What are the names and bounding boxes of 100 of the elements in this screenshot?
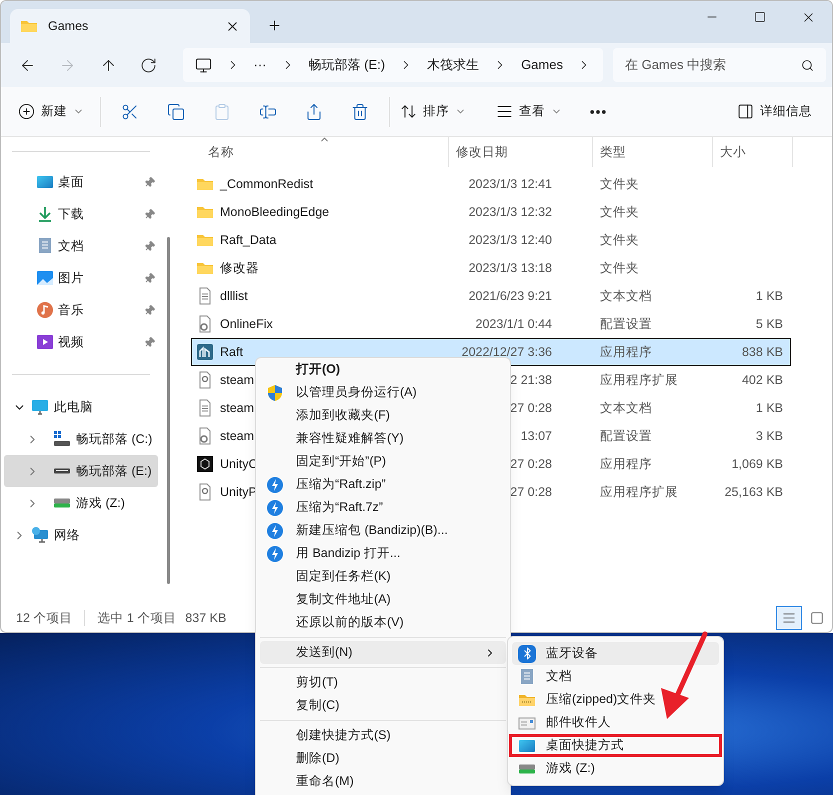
file-size: 25,163 KB — [724, 484, 783, 499]
sidebar-row[interactable]: 游戏 (Z:) — [4, 487, 158, 519]
column-header[interactable]: 大小 — [713, 137, 793, 167]
new-button[interactable]: 新建 — [18, 96, 94, 128]
sidebar-item[interactable]: 桌面 — [58, 172, 140, 192]
monitor-icon — [31, 398, 49, 416]
file-size: 5 KB — [756, 316, 783, 331]
view-button[interactable]: 查看 — [492, 96, 566, 128]
sidebar-row[interactable]: 畅玩部落 (E:) — [4, 455, 158, 487]
document-icon — [518, 668, 536, 686]
menu-item[interactable]: 兼容性疑难解答(Y) — [260, 427, 506, 450]
menu-item[interactable]: 邮件收件人 — [512, 711, 719, 734]
music-icon — [36, 301, 54, 319]
menu-item[interactable]: 复制(C) — [260, 694, 506, 717]
sidebar-item: 畅玩部落 (C:) — [76, 430, 152, 448]
menu-item[interactable]: 压缩为“Raft.zip” — [260, 473, 506, 496]
file-size: 1 KB — [756, 400, 783, 415]
download-icon — [36, 205, 54, 223]
modified-date: 27 0:28 — [509, 456, 552, 473]
app-icon — [196, 343, 214, 361]
sidebar-item: 游戏 (Z:) — [76, 494, 125, 512]
menu-item[interactable]: 剪切(T) — [260, 671, 506, 694]
file-name[interactable]: _CommonRedist — [220, 174, 314, 194]
column-header[interactable]: 修改日期 — [449, 137, 593, 167]
menu-item[interactable]: 新建压缩包 (Bandizip)(B)... — [260, 519, 506, 542]
breadcrumb-item[interactable]: 木筏求生 — [427, 55, 480, 75]
file-type: 文件夹 — [600, 204, 639, 219]
menu-item[interactable]: 文档 — [512, 665, 719, 688]
file-name[interactable]: steam — [220, 426, 254, 446]
menu-item[interactable]: 桌面快捷方式 — [509, 734, 722, 757]
file-type: 应用程序 — [600, 344, 652, 359]
square-icon — [810, 611, 824, 625]
modified-date: 2023/1/3 13:18 — [468, 260, 552, 277]
file-name[interactable]: Raft — [220, 342, 243, 362]
maximize-icon[interactable] — [754, 11, 766, 23]
file-name[interactable]: dlllist — [220, 286, 248, 306]
refresh-icon[interactable] — [140, 56, 158, 74]
file-size: 1,069 KB — [732, 456, 783, 471]
menu-item[interactable]: 发送到(N) — [260, 641, 506, 664]
sidebar-item[interactable]: 图片 — [58, 268, 140, 288]
file-name[interactable]: 修改器 — [220, 258, 259, 278]
modified-date: 2023/1/1 0:44 — [474, 316, 552, 333]
search-icon[interactable] — [800, 58, 814, 72]
breadcrumb-item[interactable]: Games — [521, 55, 563, 75]
new-tab-icon[interactable] — [267, 18, 282, 33]
details-view-button[interactable] — [776, 606, 802, 630]
menu-item[interactable]: 以管理员身份运行(A) — [260, 381, 506, 404]
menu-item[interactable]: 打开(O) — [260, 358, 506, 381]
menu-item[interactable]: 固定到“开始”(P) — [260, 450, 506, 473]
sidebar-item[interactable]: 此电脑 — [54, 398, 93, 416]
menu-item[interactable]: 压缩为“Raft.7z” — [260, 496, 506, 519]
menu-item[interactable]: 复制文件地址(A) — [260, 588, 506, 611]
menu-item[interactable]: 压缩(zipped)文件夹 — [512, 688, 719, 711]
file-name[interactable]: UnityC — [220, 454, 258, 474]
sidebar-item: 畅玩部落 (E:) — [76, 462, 152, 480]
breadcrumb-item[interactable]: 畅玩部落 (E:) — [308, 55, 386, 75]
menu-item[interactable]: 添加到收藏夹(F) — [260, 404, 506, 427]
file-name[interactable]: Raft_Data — [220, 230, 276, 250]
menu-item[interactable]: 创建快捷方式(S) — [260, 724, 506, 747]
column-header[interactable]: 类型 — [593, 137, 713, 167]
sidebar-item[interactable]: 下载 — [58, 204, 140, 224]
sidebar-row[interactable]: 畅玩部落 (C:) — [4, 423, 158, 455]
file-name[interactable]: steam — [220, 398, 254, 418]
file-name[interactable]: OnlineFix — [220, 314, 273, 334]
desktop-icon — [36, 173, 54, 191]
unity-icon — [196, 455, 214, 473]
sidebar-item[interactable]: 网络 — [54, 526, 80, 544]
details-pane-icon — [737, 103, 754, 120]
modified-date: 27 0:28 — [509, 400, 552, 417]
bandizip-icon — [266, 522, 284, 540]
list-icon — [496, 103, 513, 120]
sidebar-item[interactable]: 视频 — [58, 332, 140, 352]
menu-item[interactable]: 蓝牙设备 — [512, 642, 719, 665]
tab[interactable]: Games — [10, 9, 250, 43]
sort-button[interactable]: 排序 — [396, 96, 470, 128]
menu-item[interactable]: 游戏 (Z:) — [512, 757, 719, 780]
bandizip-icon — [266, 498, 284, 516]
search-field[interactable]: 在 Games 中搜索 — [612, 48, 826, 82]
file-name[interactable]: steam — [220, 370, 254, 390]
video-icon — [36, 333, 54, 351]
column-header[interactable]: 名称 — [191, 137, 449, 167]
file-name[interactable]: MonoBleedingEdge — [220, 202, 330, 222]
modified-date: 2021/6/23 9:21 — [468, 288, 552, 305]
breadcrumb-item[interactable]: ··· — [254, 55, 266, 75]
menu-item[interactable]: 用 Bandizip 打开... — [260, 542, 506, 565]
menu-item[interactable]: 固定到任务栏(K) — [260, 565, 506, 588]
menu-item[interactable]: 删除(D) — [260, 747, 506, 770]
computer-icon[interactable] — [194, 56, 212, 74]
bluetooth-icon — [518, 644, 536, 662]
file-name[interactable]: UnityP — [220, 482, 257, 502]
menu-item[interactable]: 重命名(M) — [260, 770, 506, 793]
drive-icon — [53, 468, 71, 474]
file-type: 文件夹 — [600, 176, 639, 191]
sidebar-item[interactable]: 文档 — [58, 236, 140, 256]
sidebar-item[interactable]: 音乐 — [58, 300, 140, 320]
menu-item[interactable]: 还原以前的版本(V) — [260, 611, 506, 634]
details-button[interactable]: 详细信息 — [737, 96, 812, 128]
search-input[interactable]: 在 Games 中搜索 — [624, 55, 801, 75]
scrollbar-thumb[interactable] — [167, 237, 170, 584]
file-size: 838 KB — [742, 344, 783, 359]
